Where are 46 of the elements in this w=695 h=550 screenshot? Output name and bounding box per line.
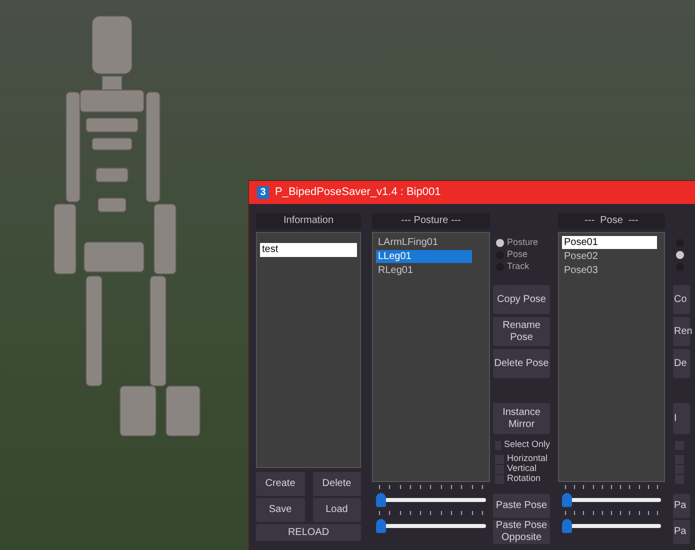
paste-button[interactable]: Paste Pose Opposite	[493, 520, 550, 544]
list-item[interactable]: LLeg01	[376, 250, 472, 263]
section-header: Information	[256, 213, 361, 229]
action-button[interactable]: Instance Mirror	[493, 403, 550, 434]
slider-thumb[interactable]	[562, 493, 572, 507]
radio-button[interactable]	[496, 238, 504, 246]
action-button[interactable]: Load	[312, 498, 361, 522]
radio-label: Posture	[507, 236, 538, 249]
list-item[interactable]: Pose01	[562, 236, 657, 249]
slider[interactable]	[376, 519, 486, 533]
window-title: P_BipedPoseSaver_v1.4 : Bip001	[275, 185, 441, 200]
section-header: --- Posture ---	[372, 213, 490, 229]
action-button[interactable]: Rename Pose	[493, 317, 550, 346]
checkbox-label: Vertical	[507, 462, 537, 474]
action-button[interactable]: De	[673, 349, 690, 378]
list-item[interactable]: Pose03	[562, 264, 661, 277]
action-button[interactable]: Save	[256, 498, 304, 522]
slider-thumb[interactable]	[376, 493, 386, 507]
paste-button[interactable]: Pa	[673, 520, 690, 544]
action-button[interactable]: Copy Pose	[493, 285, 550, 314]
action-button[interactable]: Ren	[673, 317, 690, 346]
radio-button[interactable]	[676, 250, 684, 258]
action-button[interactable]: Co	[673, 285, 690, 314]
paste-button[interactable]: Paste Pose	[493, 494, 550, 518]
slider[interactable]	[376, 493, 486, 507]
slider-thumb[interactable]	[376, 519, 386, 533]
reload-button[interactable]: RELOAD	[256, 524, 361, 541]
section-header: --- Pose ---	[558, 213, 665, 229]
action-button[interactable]: Delete	[312, 472, 361, 496]
list-item[interactable]: LArmLFing01	[376, 236, 486, 249]
checkbox-label: Rotation	[507, 472, 541, 486]
list-item[interactable]: Pose02	[562, 250, 661, 263]
checkbox-label: Select Only	[504, 438, 550, 452]
action-button[interactable]: Create	[256, 472, 304, 496]
text-input[interactable]: test	[260, 242, 357, 256]
slider[interactable]	[562, 519, 661, 533]
paste-button[interactable]: Pa	[673, 494, 690, 518]
checkbox-label: Horizontal	[507, 452, 548, 464]
slider-thumb[interactable]	[562, 519, 572, 533]
list-item[interactable]: RLeg01	[376, 264, 486, 277]
radio-label: Pose	[507, 248, 528, 261]
slider[interactable]	[562, 493, 661, 507]
action-button[interactable]: Delete Pose	[493, 349, 550, 378]
app-icon: 3	[257, 186, 269, 199]
radio-label: Track	[507, 260, 530, 273]
action-button[interactable]: I	[673, 403, 690, 434]
